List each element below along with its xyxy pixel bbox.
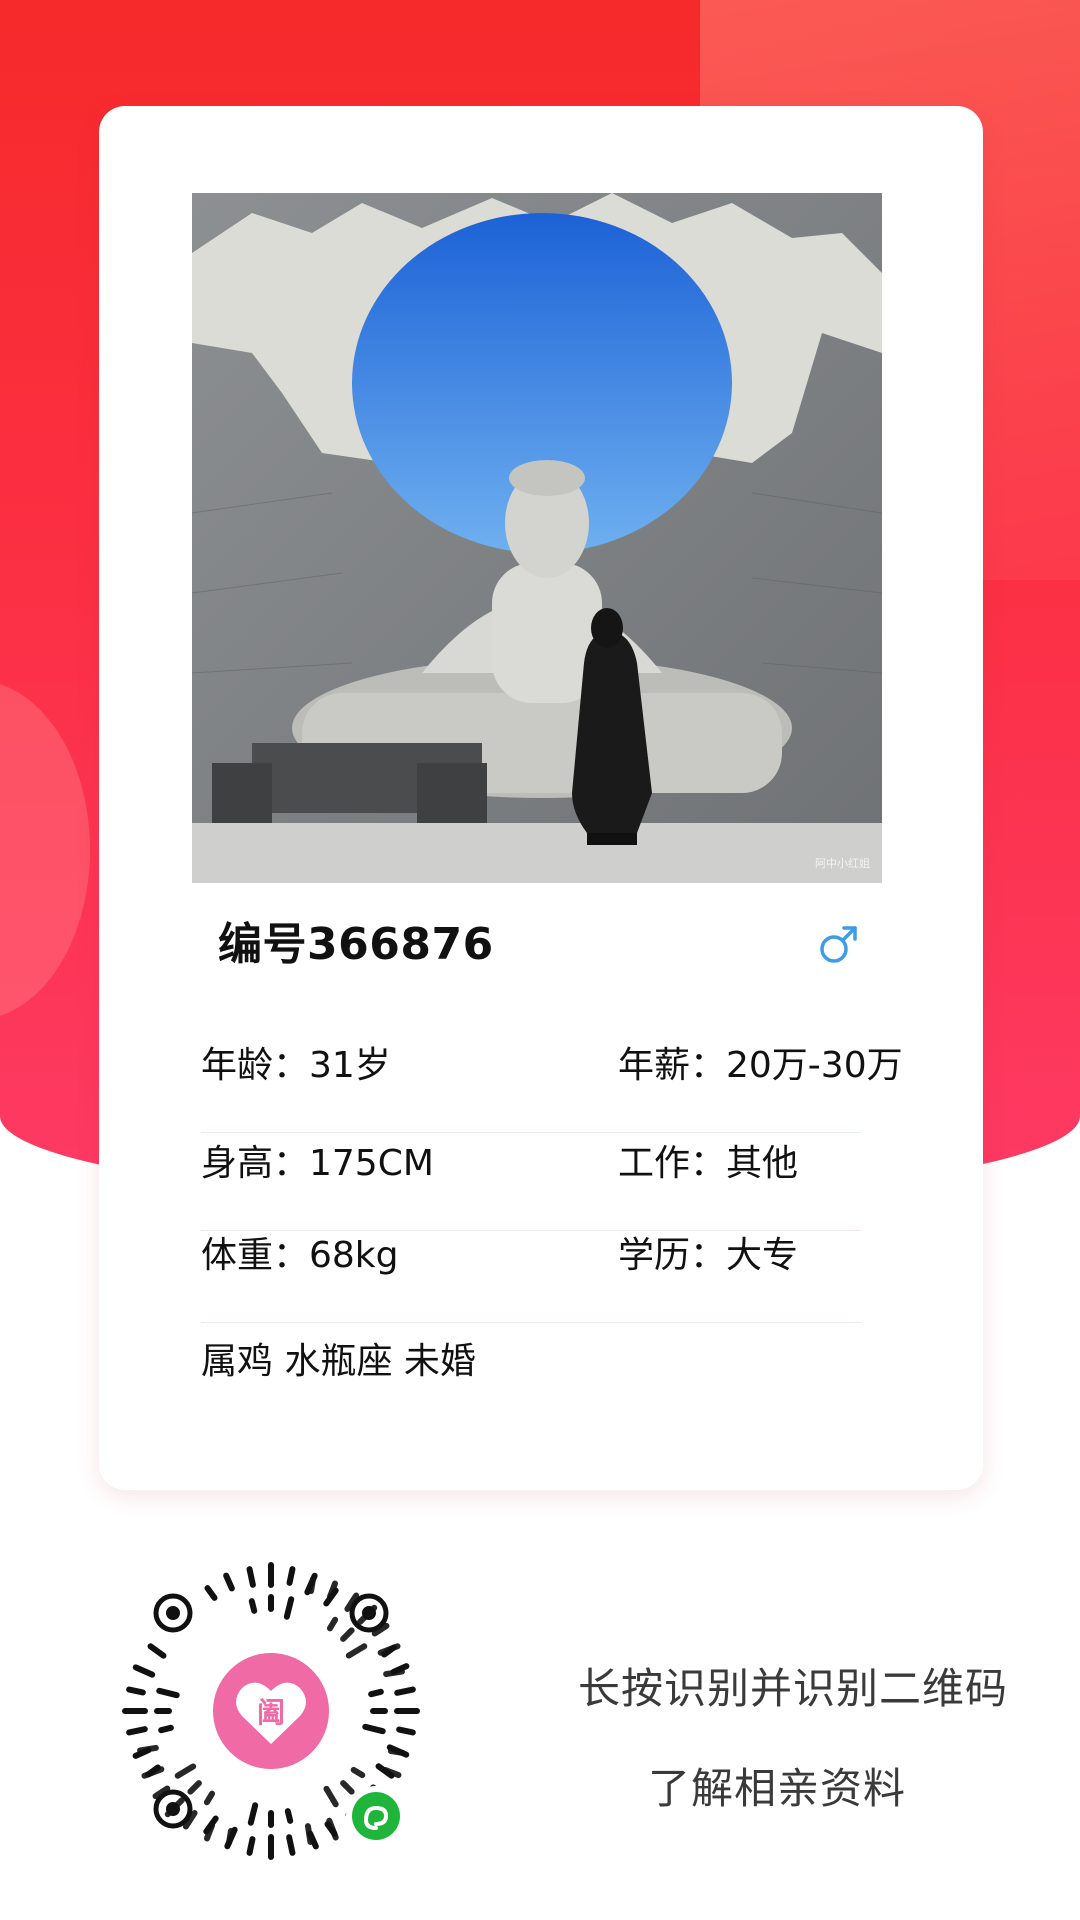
svg-text:阖: 阖 xyxy=(257,1696,285,1729)
education-value: 学历：大专 xyxy=(618,1235,799,1276)
photo-watermark: 阿中小红姐 xyxy=(815,857,870,870)
info-row-height-job: 身高：175CM 工作：其他 xyxy=(201,1134,861,1231)
job-value: 工作：其他 xyxy=(618,1143,799,1184)
height-value: 身高：175CM xyxy=(201,1143,434,1184)
profile-id-title: 编号366876 xyxy=(218,919,494,970)
cta-scan-instruction: 长按识别并识别二维码 xyxy=(578,1664,1009,1713)
info-row-age-income: 年龄：31岁 年薪：20万-30万 xyxy=(201,1036,903,1133)
info-row-weight-education: 体重：68kg 学历：大专 xyxy=(201,1226,861,1323)
income-value: 年薪：20万-30万 xyxy=(618,1045,903,1086)
cta-learn-more: 了解相亲资料 xyxy=(648,1764,907,1813)
age-value: 年龄：31岁 xyxy=(201,1045,391,1086)
buddha-scene-illustration xyxy=(192,193,882,883)
decor-blob-left xyxy=(0,680,90,1020)
male-symbol-icon xyxy=(820,926,857,963)
profile-tags: 属鸡 水瓶座 未婚 xyxy=(201,1341,476,1382)
profile-photo[interactable]: 阿中小红姐 xyxy=(192,193,882,883)
weight-value: 体重：68kg xyxy=(201,1235,399,1276)
profile-card: 阿中小红姐 编号366876 年龄：31岁 年薪：20万-30万 身高：175C… xyxy=(99,106,983,1490)
mini-program-qr-code[interactable]: 阖 xyxy=(118,1558,424,1864)
